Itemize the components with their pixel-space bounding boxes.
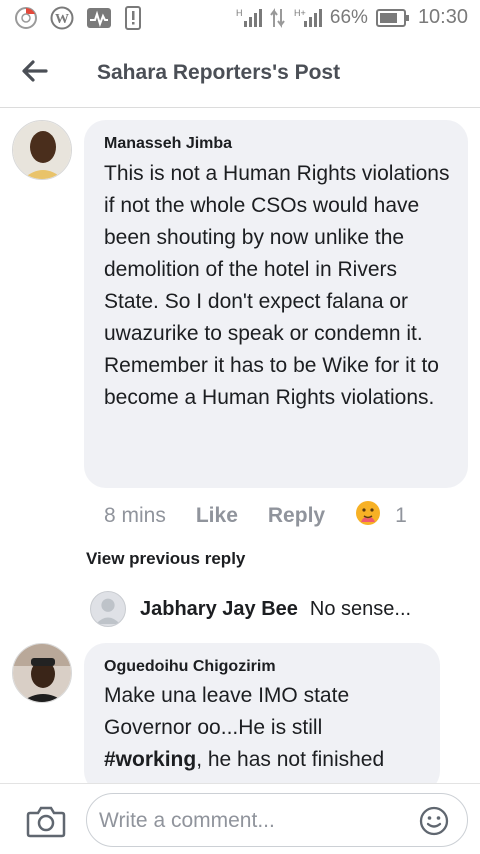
reaction-summary[interactable]: 1 xyxy=(355,500,407,532)
svg-text:H: H xyxy=(236,8,243,18)
default-avatar-icon xyxy=(90,591,126,627)
wordpress-icon: W xyxy=(50,6,74,30)
comment-body: Make una leave IMO state Governor oo...H… xyxy=(104,680,424,776)
svg-text:H+: H+ xyxy=(294,8,306,18)
comment-actions: 8 mins Like Reply 1 xyxy=(104,500,407,532)
comment-author[interactable]: Oguedoihu Chigozirim xyxy=(104,658,276,676)
reply-preview[interactable]: Jabhary Jay Bee No sense... xyxy=(90,589,470,629)
data-arrows-icon xyxy=(270,7,286,29)
care-reaction-icon xyxy=(355,500,381,532)
comment-input-wrapper xyxy=(86,793,468,847)
back-button[interactable] xyxy=(18,56,52,90)
avatar[interactable] xyxy=(12,643,72,703)
chrome-icon xyxy=(14,6,38,30)
battery-percent: 66% xyxy=(329,6,368,28)
svg-text:W: W xyxy=(55,12,69,27)
camera-icon[interactable] xyxy=(26,804,66,838)
status-bar: W H H+ 66% 10:30 xyxy=(0,0,480,38)
comment-author[interactable]: Manasseh Jimba xyxy=(104,135,232,153)
view-previous-reply-link[interactable]: View previous reply xyxy=(86,549,245,569)
comment-body: This is not a Human Rights violations if… xyxy=(104,162,450,409)
signal-h-plus-icon: H+ xyxy=(294,7,322,29)
page-title: Sahara Reporters's Post xyxy=(97,61,341,84)
avatar[interactable] xyxy=(12,120,72,180)
comment-timestamp[interactable]: 8 mins xyxy=(104,504,166,528)
reply-snippet: No sense... xyxy=(309,597,412,620)
reply-author: Jabhary Jay Bee xyxy=(140,597,298,620)
arrow-left-icon xyxy=(22,59,48,87)
battery-icon xyxy=(375,8,410,28)
signal-h-icon: H xyxy=(236,7,262,29)
comment-input[interactable] xyxy=(99,804,399,838)
clock: 10:30 xyxy=(417,6,468,28)
sim-alert-icon xyxy=(124,6,142,30)
like-button[interactable]: Like xyxy=(196,504,238,528)
smiley-icon[interactable] xyxy=(419,806,449,836)
reply-button[interactable]: Reply xyxy=(268,504,325,528)
page-header: Sahara Reporters's Post xyxy=(0,38,480,108)
comment-body-text: , he has not finished xyxy=(196,748,385,771)
activity-icon xyxy=(86,7,112,29)
hashtag-link[interactable]: #working xyxy=(104,748,196,771)
reaction-count: 1 xyxy=(395,504,407,527)
comment-body-text: Make una leave IMO state Governor oo...H… xyxy=(104,684,350,739)
comment-composer xyxy=(0,783,480,854)
